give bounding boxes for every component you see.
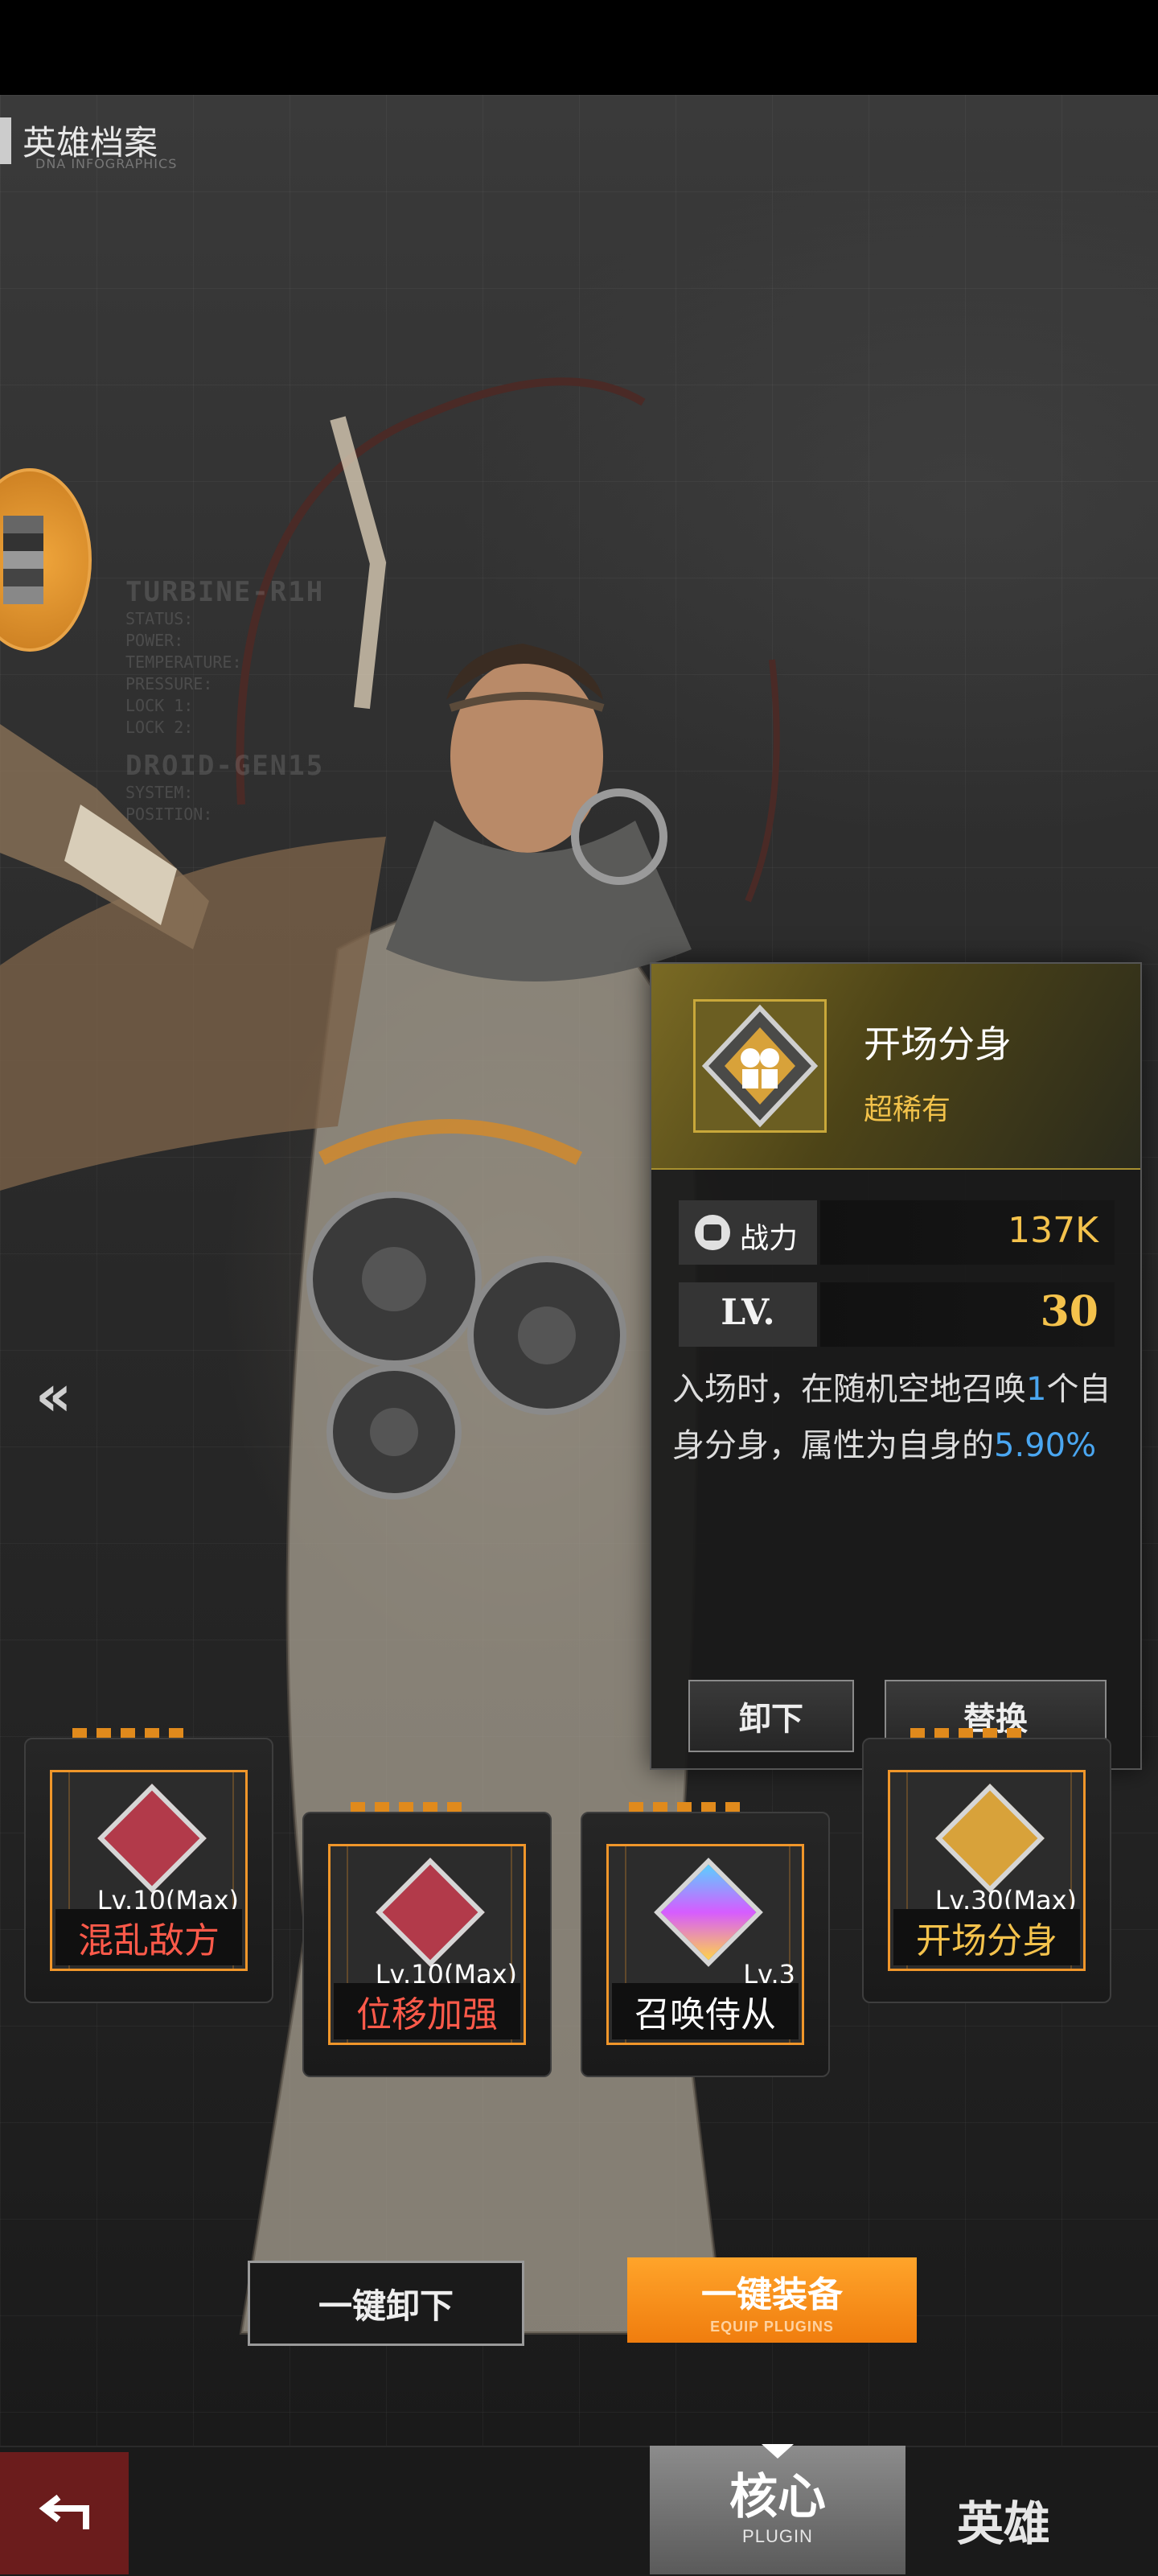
hud-title-1: TURBINE-R1H: [125, 576, 325, 608]
chaos-plugin-icon: [97, 1784, 207, 1893]
unequip-all-button[interactable]: 一键卸下: [248, 2261, 524, 2346]
hud-line: STATUS:: [125, 609, 194, 628]
power-stat-key: 战力: [679, 1200, 817, 1265]
dash-plugin-icon: [376, 1858, 485, 1967]
hud-line: POSITION:: [125, 804, 213, 824]
hud-line: LOCK 2:: [125, 718, 194, 737]
slot-tabs: [72, 1728, 185, 1738]
return-arrow-icon: [39, 2494, 89, 2529]
fist-icon: [695, 1215, 730, 1250]
desc-percent: 5.90%: [994, 1427, 1097, 1464]
page-subtitle: DNA INFOGRAPHICS: [35, 156, 178, 171]
level-stat-key: LV.: [679, 1282, 817, 1347]
status-bar: [0, 0, 1158, 95]
skill-description: 入场时，在随机空地召唤1个自身分身，属性为自身的5.90%: [672, 1361, 1123, 1474]
equip-all-sublabel: EQUIP PLUGINS: [710, 2318, 834, 2335]
back-button[interactable]: [0, 2452, 129, 2574]
slot-panel: Lv.10(Max) 位移加强: [328, 1844, 526, 2045]
desc-count: 1: [1026, 1371, 1047, 1408]
hud-line: POWER:: [125, 631, 184, 650]
plugin-name: 召唤侍从: [612, 1983, 799, 2039]
tab-core-sublabel: PLUGIN: [742, 2526, 813, 2546]
power-stat-row: 战力 137K: [679, 1200, 1115, 1265]
plugin-slot-2[interactable]: Lv.10(Max) 位移加强: [302, 1802, 552, 2077]
hud-line: LOCK 1:: [125, 696, 194, 715]
unequip-all-label: 一键卸下: [318, 2286, 454, 2326]
plugin-slot-4[interactable]: Lv.30(Max) 开场分身: [862, 1728, 1111, 2003]
hud-line: PRESSURE:: [125, 674, 213, 693]
hud-line: SYSTEM:: [125, 783, 194, 802]
plugin-slot-1[interactable]: Lv.10(Max) 混乱敌方: [24, 1728, 273, 2003]
tab-hero[interactable]: 英雄: [957, 2486, 1050, 2553]
plugin-name: 开场分身: [893, 1909, 1080, 1965]
double-chevron-left-icon[interactable]: «: [35, 1368, 72, 1424]
power-stat-value: 137K: [820, 1200, 1115, 1265]
level-label: LV.: [721, 1292, 775, 1333]
slot-tabs: [351, 1802, 463, 1812]
skill-detail-card: 开场分身 超稀有 战力 137K LV. 30 入场时，在随机空地召唤1个自身分…: [650, 962, 1142, 1770]
hud-overlay: TURBINE-R1H STATUS: POWER: TEMPERATURE: …: [125, 576, 324, 825]
clone-plugin-icon: [935, 1784, 1045, 1893]
summon-plugin-icon: [654, 1858, 763, 1967]
skill-rarity: 超稀有: [864, 1093, 951, 1126]
tab-core[interactable]: 核心 PLUGIN: [650, 2444, 905, 2574]
skill-name: 开场分身: [864, 1023, 1012, 1066]
slot-panel: Lv.3 召唤侍从: [606, 1844, 804, 2045]
slot-tabs: [910, 1728, 1023, 1738]
active-tab-indicator: [762, 2444, 794, 2459]
desc-text-1: 入场时，在随机空地召唤: [672, 1371, 1026, 1408]
level-value: 30: [1040, 1287, 1098, 1336]
power-label: 战力: [740, 1222, 799, 1255]
level-stat-row: LV. 30: [679, 1282, 1115, 1347]
slot-panel: Lv.10(Max) 混乱敌方: [50, 1770, 248, 1971]
tab-core-label: 核心: [729, 2469, 826, 2525]
unequip-button[interactable]: 卸下: [688, 1680, 854, 1752]
avatar-pixel-art: [3, 516, 43, 604]
skill-icon: [693, 999, 827, 1133]
hud-title-2: DROID-GEN15: [125, 750, 325, 782]
slot-panel: Lv.30(Max) 开场分身: [888, 1770, 1086, 1971]
level-stat-value: 30: [820, 1282, 1115, 1347]
equip-all-button[interactable]: 一键装备 EQUIP PLUGINS: [627, 2257, 917, 2343]
plugin-slot-3[interactable]: Lv.3 召唤侍从: [581, 1802, 830, 2077]
slot-tabs: [629, 1802, 741, 1812]
plugin-name: 位移加强: [334, 1983, 520, 2039]
header-accent-bar: [0, 117, 11, 164]
power-value: 137K: [1008, 1210, 1098, 1251]
equip-all-label: 一键装备: [701, 2274, 843, 2315]
skill-card-header: 开场分身 超稀有: [651, 964, 1140, 1170]
hud-line: TEMPERATURE:: [125, 652, 242, 672]
plugin-name: 混乱敌方: [55, 1909, 242, 1965]
